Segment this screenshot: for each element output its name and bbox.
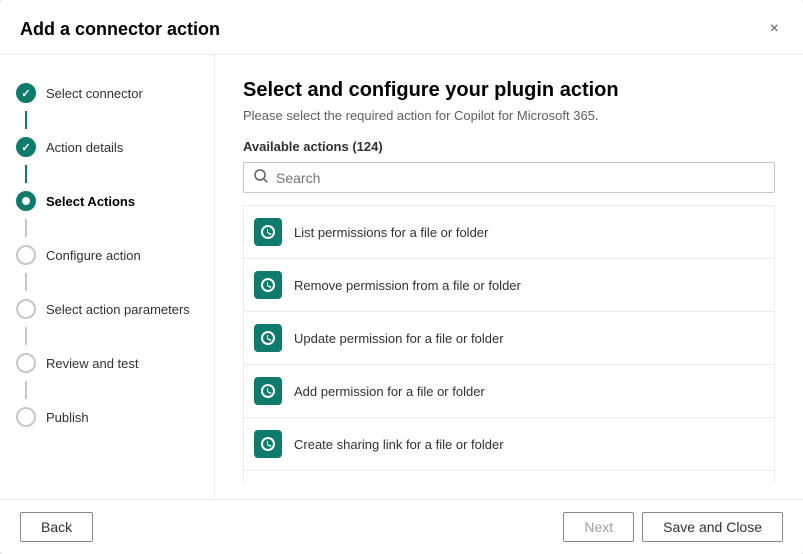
step-circle-action-details <box>16 137 36 157</box>
action-label: Update permission for a file or folder <box>294 331 504 346</box>
search-box <box>243 162 775 193</box>
step-connector-5 <box>25 327 27 345</box>
main-subtitle: Please select the required action for Co… <box>243 108 775 123</box>
step-connector-6 <box>25 381 27 399</box>
step-circle-configure-action <box>16 245 36 265</box>
sidebar: Select connector Action details Select A… <box>0 55 215 499</box>
step-label-review-and-test: Review and test <box>46 356 139 371</box>
footer-right: Next Save and Close <box>563 512 783 542</box>
step-connector-3 <box>25 219 27 237</box>
step-connector-1 <box>25 111 27 129</box>
search-input[interactable] <box>276 170 764 186</box>
dialog-title: Add a connector action <box>20 19 220 40</box>
step-circle-select-actions <box>16 191 36 211</box>
save-close-button[interactable]: Save and Close <box>642 512 783 542</box>
add-connector-action-dialog: Add a connector action × Select connecto… <box>0 0 803 554</box>
step-connector-4 <box>25 273 27 291</box>
dialog-footer: Back Next Save and Close <box>0 499 803 554</box>
footer-left: Back <box>20 512 93 542</box>
close-button[interactable]: × <box>766 16 783 42</box>
step-label-action-details: Action details <box>46 140 123 155</box>
action-icon <box>254 324 282 352</box>
action-label: Remove permission from a file or folder <box>294 278 521 293</box>
step-label-configure-action: Configure action <box>46 248 141 263</box>
step-circle-review-and-test <box>16 353 36 373</box>
sidebar-item-select-actions[interactable]: Select Actions <box>0 183 214 219</box>
step-label-select-actions: Select Actions <box>46 194 135 209</box>
step-circle-select-connector <box>16 83 36 103</box>
section-header: Available actions (124) <box>243 139 775 154</box>
action-icon <box>254 271 282 299</box>
dialog-body: Select connector Action details Select A… <box>0 55 803 499</box>
sidebar-item-publish[interactable]: Publish <box>0 399 214 435</box>
step-label-select-action-parameters: Select action parameters <box>46 302 190 317</box>
main-content: Select and configure your plugin action … <box>215 55 803 499</box>
action-icon <box>254 218 282 246</box>
action-icon <box>254 377 282 405</box>
sidebar-item-configure-action[interactable]: Configure action <box>0 237 214 273</box>
sidebar-item-review-and-test[interactable]: Review and test <box>0 345 214 381</box>
step-connector-2 <box>25 165 27 183</box>
action-label: List permissions for a file or folder <box>294 225 488 240</box>
sidebar-item-select-connector[interactable]: Select connector <box>0 75 214 111</box>
sidebar-item-select-action-parameters[interactable]: Select action parameters <box>0 291 214 327</box>
action-label: Add permission for a file or folder <box>294 384 485 399</box>
action-item[interactable]: List permissions for a file or folder <box>243 205 775 259</box>
main-title: Select and configure your plugin action <box>243 79 775 102</box>
search-icon <box>254 169 268 186</box>
step-circle-publish <box>16 407 36 427</box>
sidebar-item-action-details[interactable]: Action details <box>0 129 214 165</box>
next-button[interactable]: Next <box>563 512 634 542</box>
dialog-header: Add a connector action × <box>0 0 803 55</box>
actions-list: List permissions for a file or folder Re… <box>243 205 775 483</box>
action-item[interactable]: Update permission for a file or folder <box>243 312 775 365</box>
action-item[interactable]: Add permission for a file or folder <box>243 365 775 418</box>
action-item[interactable]: Create sharing link for a file or folder <box>243 418 775 471</box>
step-label-select-connector: Select connector <box>46 86 143 101</box>
back-button[interactable]: Back <box>20 512 93 542</box>
action-item[interactable]: Render item attachment thumbnail, with k… <box>243 471 775 483</box>
action-icon <box>254 430 282 458</box>
action-item[interactable]: Remove permission from a file or folder <box>243 259 775 312</box>
step-circle-select-action-parameters <box>16 299 36 319</box>
step-label-publish: Publish <box>46 410 89 425</box>
action-label: Create sharing link for a file or folder <box>294 437 504 452</box>
